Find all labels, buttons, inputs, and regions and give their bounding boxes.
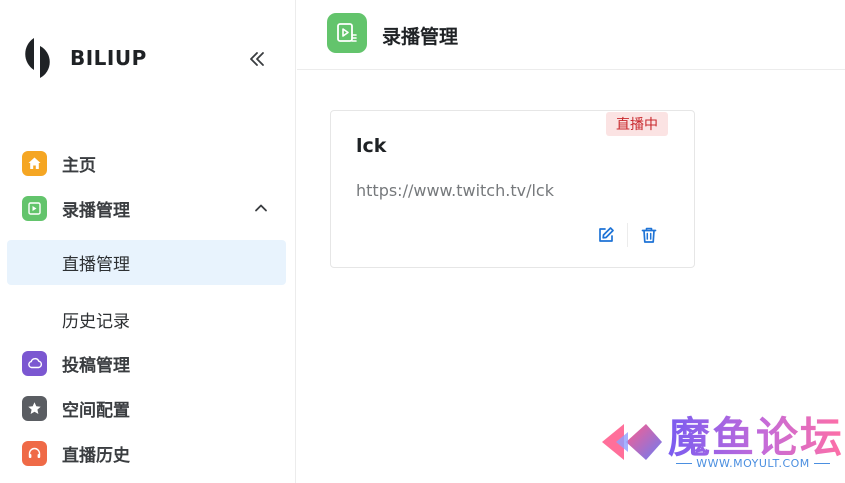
header: 录播管理 [297, 0, 845, 70]
watermark-url: WWW.MOYULT.COM [696, 457, 810, 470]
collapse-sidebar-button[interactable] [244, 46, 270, 72]
sidebar-item-live-history[interactable]: 直播历史 [8, 431, 286, 475]
home-icon [22, 150, 47, 176]
trash-icon [641, 227, 657, 243]
sidebar-subitem-label: 直播管理 [62, 255, 130, 275]
cloud-icon [22, 350, 47, 376]
streamer-name: lck [356, 135, 387, 157]
double-chevron-left-icon [250, 52, 264, 66]
streamer-card[interactable]: lck 直播中 https://www.twitch.tv/lck [330, 110, 695, 268]
live-status-badge: 直播中 [606, 112, 668, 136]
sidebar-item-label: 主页 [62, 155, 96, 176]
sidebar-item-label: 录播管理 [62, 200, 130, 221]
sidebar-item-home[interactable]: 主页 [8, 141, 286, 185]
sidebar-item-label: 空间配置 [62, 400, 130, 421]
watermark-url-row: WWW.MOYULT.COM [672, 457, 834, 470]
watermark: 魔鱼论坛 WWW.MOYULT.COM [600, 412, 845, 482]
brand[interactable]: BILIUP [18, 36, 147, 80]
sidebar-item-uploads[interactable]: 投稿管理 [8, 341, 286, 385]
edit-button[interactable] [595, 224, 617, 246]
sidebar-subitem-live-management[interactable]: 直播管理 [7, 240, 286, 285]
sidebar-item-label: 直播历史 [62, 445, 130, 466]
sidebar: BILIUP 主页 录播管理 直播管理 历史记录 投稿管理 空间配置 直播历史 [0, 0, 296, 483]
sidebar-item-label: 投稿管理 [62, 355, 130, 376]
watermark-line-left [676, 463, 693, 464]
record-icon [22, 195, 47, 221]
record-icon [327, 13, 367, 53]
page-title: 录播管理 [382, 26, 459, 48]
chevron-up-icon[interactable] [250, 197, 272, 219]
stream-url: https://www.twitch.tv/lck [356, 181, 554, 200]
edit-icon [599, 227, 614, 242]
action-divider [627, 223, 628, 247]
delete-button[interactable] [638, 224, 660, 246]
sidebar-item-space-config[interactable]: 空间配置 [8, 386, 286, 430]
headset-icon [22, 440, 47, 466]
sidebar-subitem-history[interactable]: 历史记录 [7, 297, 286, 342]
watermark-logo-icon [602, 424, 662, 460]
sidebar-item-recording[interactable]: 录播管理 [8, 186, 286, 230]
star-icon [22, 395, 47, 421]
brand-name: BILIUP [70, 46, 147, 70]
sidebar-subitem-label: 历史记录 [62, 312, 130, 332]
watermark-line-right [813, 463, 831, 464]
card-actions [595, 223, 660, 247]
biliup-logo-icon [25, 38, 50, 78]
